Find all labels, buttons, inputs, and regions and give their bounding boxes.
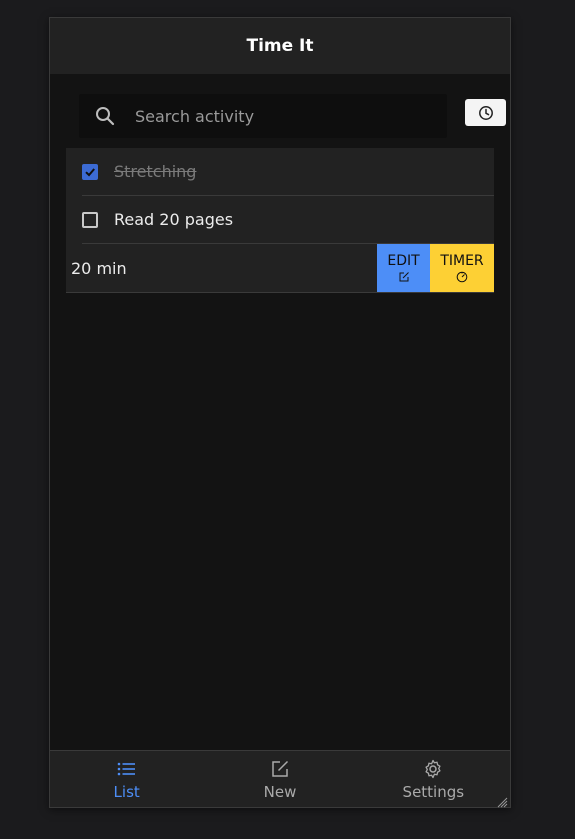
nav-item-label: Settings bbox=[402, 782, 465, 801]
nav-item-new[interactable]: New bbox=[203, 751, 356, 807]
list-icon bbox=[117, 758, 137, 780]
nav-item-settings[interactable]: Settings bbox=[357, 751, 510, 807]
activity-list: Stretching Read 20 pages 20 min EDIT TIM… bbox=[66, 148, 494, 293]
nav-item-label: New bbox=[263, 782, 297, 801]
edit-button-label: EDIT bbox=[387, 253, 420, 269]
bottom-nav: List New Settings bbox=[50, 750, 510, 807]
list-item[interactable]: Read 20 pages bbox=[82, 196, 494, 244]
gear-icon bbox=[423, 758, 443, 780]
nav-item-list[interactable]: List bbox=[50, 751, 203, 807]
clock-icon bbox=[478, 105, 494, 121]
check-icon bbox=[85, 167, 95, 176]
app-header: Time It bbox=[50, 18, 510, 74]
search-input[interactable] bbox=[133, 105, 427, 127]
nav-item-label: List bbox=[113, 782, 140, 801]
page-title: Time It bbox=[246, 36, 314, 56]
history-button[interactable] bbox=[465, 99, 506, 126]
search-bar bbox=[79, 94, 447, 138]
activity-label: Stretching bbox=[114, 162, 197, 181]
activity-duration: 20 min bbox=[71, 258, 127, 278]
resize-grip-icon[interactable] bbox=[496, 793, 508, 808]
search-icon bbox=[95, 106, 115, 126]
app-window: Time It Stretching bbox=[49, 17, 511, 808]
edit-icon bbox=[398, 271, 410, 283]
timer-button-label: TIMER bbox=[440, 253, 484, 269]
activity-label: Read 20 pages bbox=[114, 210, 234, 229]
timer-icon bbox=[456, 271, 468, 283]
timer-button[interactable]: TIMER bbox=[430, 244, 494, 292]
list-item[interactable]: Stretching bbox=[82, 148, 494, 196]
edit-icon bbox=[270, 758, 290, 780]
activity-detail-row: 20 min EDIT TIMER bbox=[66, 244, 494, 293]
edit-button[interactable]: EDIT bbox=[377, 244, 430, 292]
activity-checkbox[interactable] bbox=[82, 211, 98, 228]
activity-checkbox[interactable] bbox=[82, 163, 98, 180]
